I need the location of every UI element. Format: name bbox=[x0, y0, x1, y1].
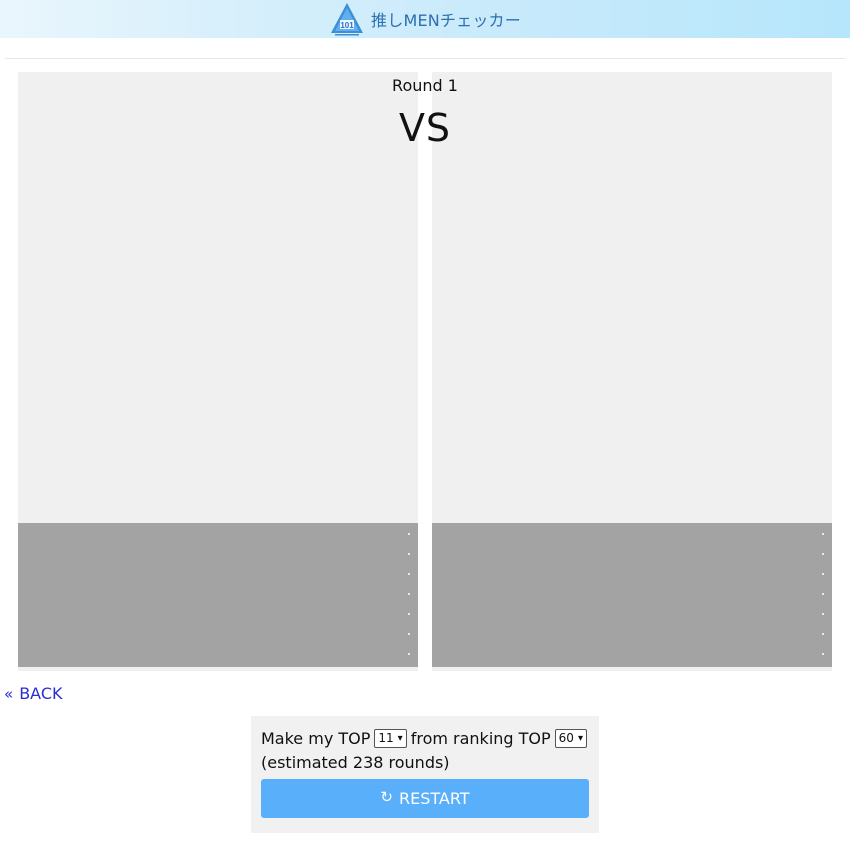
estimate-text: (estimated 238 rounds) bbox=[261, 753, 450, 772]
ranking-count-select[interactable]: 60 ▾ bbox=[554, 729, 587, 748]
chevron-down-icon: ▾ bbox=[397, 733, 403, 744]
double-chevron-left-icon: « bbox=[4, 684, 14, 703]
back-label: BACK bbox=[19, 684, 63, 703]
page-title: 推しMENチェッカー bbox=[371, 11, 521, 30]
contestant-card-right[interactable] bbox=[432, 72, 832, 671]
battle-arena: Round 1 VS bbox=[18, 72, 832, 671]
top-count-value: 11 bbox=[378, 731, 394, 745]
produce-101-logo-icon[interactable]: 101 bbox=[329, 1, 365, 37]
top-settings-row: Make my TOP 11 ▾ from ranking TOP 60 ▾ bbox=[261, 729, 591, 748]
back-link[interactable]: « BACK bbox=[4, 684, 63, 703]
refresh-icon: ↻ bbox=[380, 787, 393, 806]
restart-button[interactable]: ↻ RESTART bbox=[261, 779, 589, 818]
chevron-down-icon: ▾ bbox=[577, 733, 583, 744]
contestant-card-left[interactable] bbox=[18, 72, 418, 671]
round-label: Round 1 bbox=[392, 76, 458, 95]
header-bar: 101 推しMENチェッカー bbox=[0, 0, 850, 38]
vs-label: VS bbox=[398, 106, 452, 150]
contestant-info-right[interactable] bbox=[432, 523, 832, 667]
info-dots-left bbox=[408, 533, 412, 655]
restart-label: RESTART bbox=[398, 789, 470, 808]
contestant-info-left[interactable] bbox=[18, 523, 418, 667]
logo-text: 101 bbox=[340, 21, 354, 30]
make-top-label: Make my TOP bbox=[261, 729, 371, 748]
header-divider bbox=[5, 58, 845, 59]
from-ranking-label: from ranking TOP bbox=[410, 729, 551, 748]
card-gap bbox=[418, 72, 432, 671]
settings-panel: Make my TOP 11 ▾ from ranking TOP 60 ▾ (es… bbox=[251, 716, 599, 833]
info-dots-right bbox=[822, 533, 826, 655]
top-count-select[interactable]: 11 ▾ bbox=[374, 729, 407, 748]
ranking-count-value: 60 bbox=[558, 731, 574, 745]
